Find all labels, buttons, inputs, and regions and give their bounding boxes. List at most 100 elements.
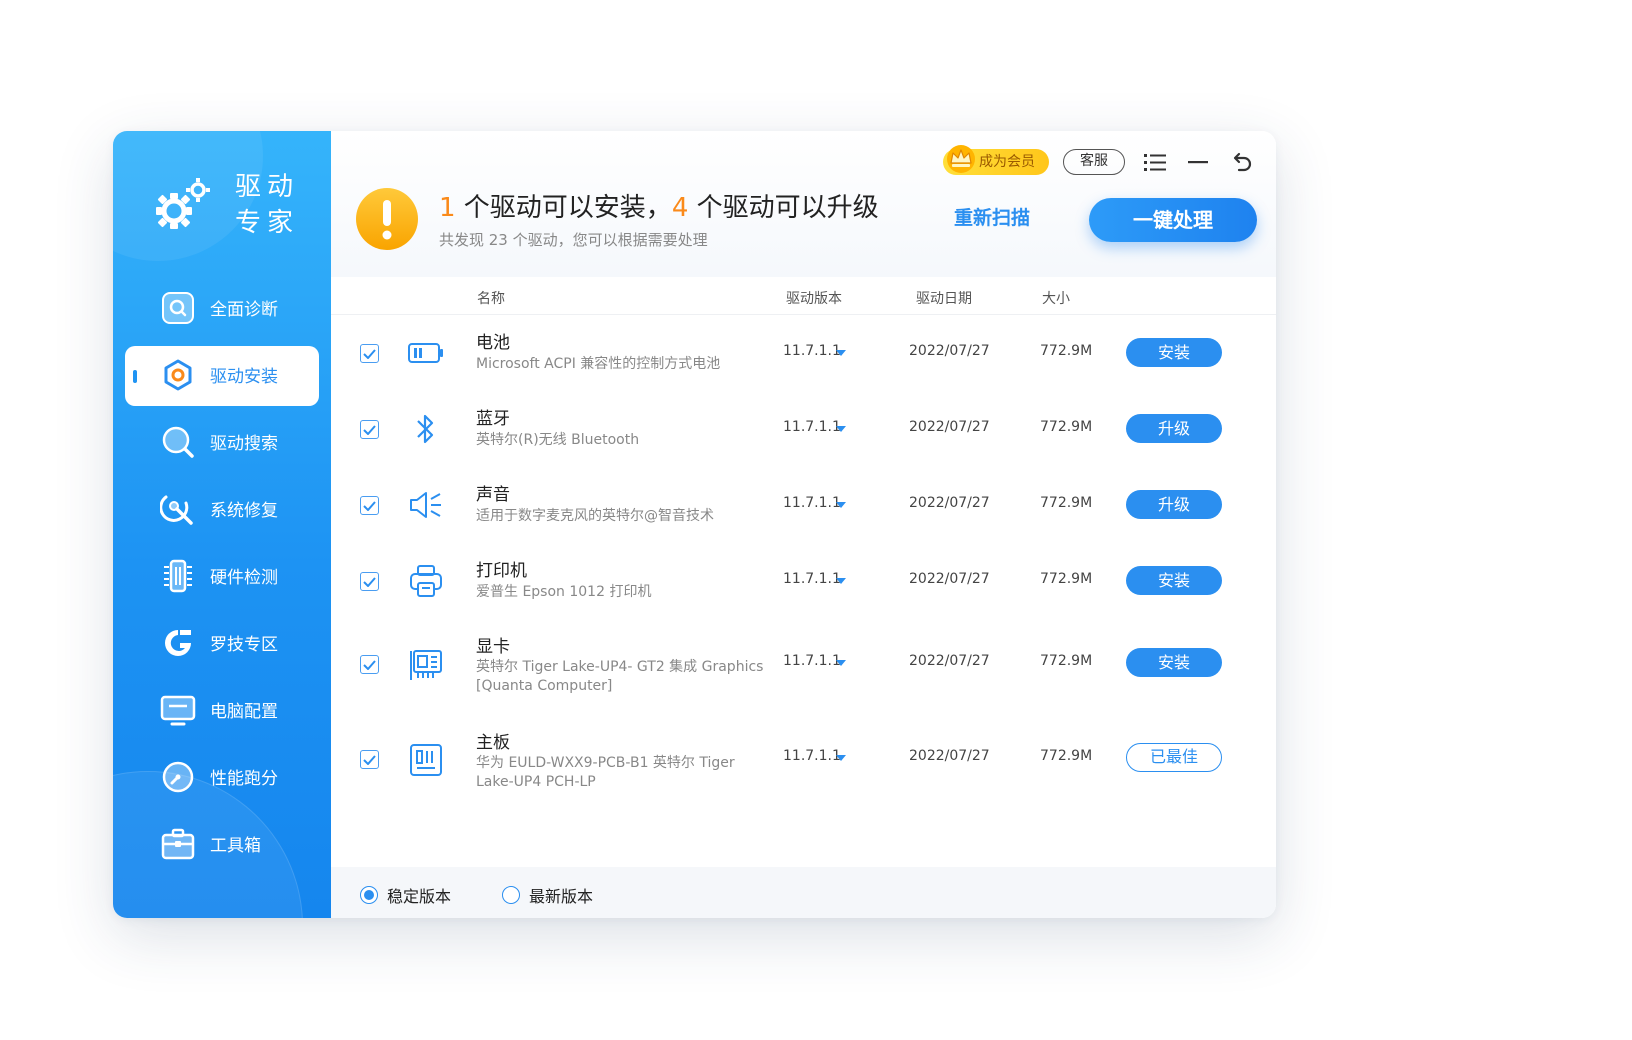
battery-icon — [406, 333, 446, 373]
gears-icon — [156, 178, 210, 229]
optimal-status-button[interactable]: 已最佳 — [1126, 743, 1222, 772]
row-checkbox[interactable] — [360, 420, 379, 439]
driver-size: 772.9M — [1040, 571, 1093, 587]
customer-service-button[interactable]: 客服 — [1063, 149, 1125, 175]
rescan-link[interactable]: 重新扫描 — [954, 203, 1030, 230]
driver-name: 主板 — [476, 733, 510, 753]
upgrade-text: 个驱动可以升级 — [688, 193, 879, 223]
driver-size: 772.9M — [1040, 653, 1093, 669]
row-checkbox[interactable] — [360, 750, 379, 769]
driver-description: 适用于数字麦克风的英特尔@智音技术 — [476, 508, 714, 524]
menu-icon[interactable] — [1142, 149, 1168, 175]
install-button[interactable]: 安装 — [1126, 566, 1222, 595]
sidebar-item-benchmark[interactable]: 性能跑分 — [113, 743, 331, 810]
sidebar-item-repair[interactable]: 系统修复 — [113, 475, 331, 542]
minimize-icon[interactable] — [1185, 149, 1211, 175]
sidebar-item-install[interactable]: 驱动安装 — [113, 341, 331, 408]
vip-button[interactable]: 成为会员 — [943, 145, 1049, 175]
row-checkbox[interactable] — [360, 655, 379, 674]
version-mode-bar: 稳定版本 最新版本 — [331, 867, 1276, 918]
driver-version: 11.7.1.1 — [783, 748, 841, 764]
driver-date: 2022/07/27 — [909, 495, 990, 511]
row-checkbox[interactable] — [360, 496, 379, 515]
summary-headline: 1 个驱动可以安装，4 个驱动可以升级 — [439, 187, 879, 224]
app-logo: 驱动 专家 — [153, 169, 313, 249]
driver-name: 电池 — [476, 333, 510, 353]
summary-header: 成为会员 客服 1 个驱动可以安装，4 个驱动可以升级 共发现 23 个驱动，您… — [331, 131, 1276, 277]
version-dropdown-icon[interactable] — [836, 755, 846, 761]
driver-name: 打印机 — [476, 561, 527, 581]
install-button[interactable]: 安装 — [1126, 648, 1222, 677]
sidebar-item-label: 电脑配置 — [210, 702, 278, 722]
driver-date: 2022/07/27 — [909, 748, 990, 764]
driver-size: 772.9M — [1040, 419, 1093, 435]
version-dropdown-icon[interactable] — [836, 426, 846, 432]
upgrade-button[interactable]: 升级 — [1126, 490, 1222, 519]
driver-description: 华为 EULD-WXX9-PCB-B1 英特尔 Tiger Lake-UP4 P… — [476, 755, 735, 790]
upgrade-button[interactable]: 升级 — [1126, 414, 1222, 443]
install-button[interactable]: 安装 — [1126, 338, 1222, 367]
sidebar-item-label: 全面诊断 — [210, 300, 278, 320]
sidebar-item-toolbox[interactable]: 工具箱 — [113, 810, 331, 877]
speedometer-icon — [160, 759, 196, 795]
table-row: 声音 适用于数字麦克风的英特尔@智音技术 11.7.1.1 2022/07/27… — [331, 467, 1276, 543]
sidebar-item-config[interactable]: 电脑配置 — [113, 676, 331, 743]
driver-version: 11.7.1.1 — [783, 571, 841, 587]
row-checkbox[interactable] — [360, 344, 379, 363]
one-click-process-button[interactable]: 一键处理 — [1089, 198, 1257, 242]
hardware-icon — [160, 558, 196, 594]
crown-icon — [947, 145, 975, 173]
table-header: 名称 驱动版本 驱动日期 大小 — [331, 277, 1276, 315]
sidebar-nav: 全面诊断 驱动安装 驱动搜索 系统修复 硬件检测 罗技专区 电脑配置 性能跑分 … — [113, 274, 331, 877]
sidebar-item-logitech[interactable]: 罗技专区 — [113, 609, 331, 676]
sidebar-item-diagnose[interactable]: 全面诊断 — [113, 274, 331, 341]
back-icon[interactable] — [1228, 149, 1254, 175]
latest-version-radio[interactable]: 最新版本 — [502, 883, 593, 907]
driver-name: 显卡 — [476, 637, 510, 657]
sidebar-item-label: 硬件检测 — [210, 568, 278, 588]
monitor-icon — [160, 692, 196, 728]
version-dropdown-icon[interactable] — [836, 350, 846, 356]
table-row: 打印机 爱普生 Epson 1012 打印机 11.7.1.1 2022/07/… — [331, 543, 1276, 619]
install-text: 个驱动可以安装， — [455, 193, 672, 223]
printer-icon — [406, 561, 446, 601]
version-dropdown-icon[interactable] — [836, 660, 846, 666]
active-indicator — [133, 370, 137, 383]
sidebar-item-label: 系统修复 — [210, 501, 278, 521]
driver-version: 11.7.1.1 — [783, 419, 841, 435]
sidebar-item-label: 性能跑分 — [210, 769, 278, 789]
sidebar-item-label: 驱动搜索 — [210, 434, 278, 454]
row-checkbox[interactable] — [360, 572, 379, 591]
driver-table: 电池 Microsoft ACPI 兼容性的控制方式电池 11.7.1.1 20… — [331, 315, 1276, 811]
sidebar-item-search[interactable]: 驱动搜索 — [113, 408, 331, 475]
speaker-icon — [406, 485, 446, 525]
driver-size: 772.9M — [1040, 495, 1093, 511]
radio-label: 稳定版本 — [387, 887, 452, 906]
app-window: 驱动 专家 全面诊断 驱动安装 驱动搜索 系统修复 硬件检测 罗技专区 电脑配置… — [113, 131, 1276, 918]
app-name: 驱动 — [235, 172, 300, 202]
search-icon — [160, 424, 196, 460]
table-row: 电池 Microsoft ACPI 兼容性的控制方式电池 11.7.1.1 20… — [331, 315, 1276, 391]
stable-version-radio[interactable]: 稳定版本 — [360, 883, 451, 907]
driver-version: 11.7.1.1 — [783, 653, 841, 669]
version-dropdown-icon[interactable] — [836, 502, 846, 508]
summary-subline: 共发现 23 个驱动，您可以根据需要处理 — [439, 231, 708, 249]
diagnose-icon — [160, 290, 196, 326]
driver-description: Microsoft ACPI 兼容性的控制方式电池 — [476, 356, 721, 372]
install-count: 1 — [439, 193, 456, 223]
radio-selected-icon — [360, 886, 378, 904]
radio-label: 最新版本 — [529, 887, 594, 906]
toolbox-icon — [160, 826, 196, 862]
radio-unselected-icon — [502, 886, 520, 904]
motherboard-icon — [406, 740, 446, 780]
driver-date: 2022/07/27 — [909, 419, 990, 435]
graphics-card-icon — [406, 645, 446, 685]
driver-size: 772.9M — [1040, 343, 1093, 359]
column-header-date: 驱动日期 — [916, 291, 972, 307]
column-header-version: 驱动版本 — [786, 291, 842, 307]
sidebar-item-hardware[interactable]: 硬件检测 — [113, 542, 331, 609]
version-dropdown-icon[interactable] — [836, 578, 846, 584]
table-row: 蓝牙 英特尔(R)无线 Bluetooth 11.7.1.1 2022/07/2… — [331, 391, 1276, 467]
table-row: 显卡 英特尔 Tiger Lake-UP4- GT2 集成 Graphics [… — [331, 619, 1276, 715]
driver-description: 爱普生 Epson 1012 打印机 — [476, 584, 652, 600]
